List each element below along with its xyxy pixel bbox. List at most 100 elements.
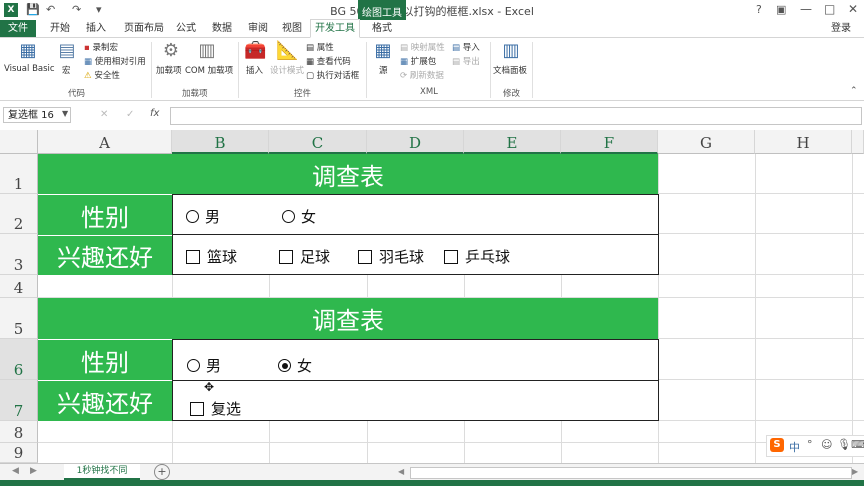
run-dialog-icon: ▢ xyxy=(306,71,315,81)
macro-button[interactable]: 宏 xyxy=(62,64,71,76)
view-code-icon: ▦ xyxy=(306,57,315,67)
column-header-a[interactable]: A xyxy=(38,130,172,154)
tab-formulas[interactable]: 公式 xyxy=(170,20,202,37)
toolbox-icon[interactable]: 🧰 xyxy=(244,40,266,61)
name-box-dropdown-icon[interactable]: ▼ xyxy=(62,109,68,118)
column-header-d[interactable]: D xyxy=(367,130,464,154)
map-properties-button[interactable]: ▤ 映射属性 xyxy=(400,41,445,53)
insert-control-button[interactable]: 插入 xyxy=(246,64,263,76)
survey-title-1: 调查表 xyxy=(38,154,658,194)
gender-options-cell-2 xyxy=(172,339,659,381)
row-header-5[interactable]: 5 xyxy=(0,298,38,339)
punctuation-icon[interactable]: ° xyxy=(807,438,813,451)
group-xml-label: XML xyxy=(420,87,438,97)
sheet-tab-active[interactable]: 1秒钟找不同 xyxy=(64,464,140,480)
row-header-2[interactable]: 2 xyxy=(0,194,38,234)
macro-security-button[interactable]: ⚠ 安全性 xyxy=(84,69,120,81)
sheet-nav-next-icon[interactable]: ▶ xyxy=(30,466,37,476)
tab-page-layout[interactable]: 页面布局 xyxy=(118,20,170,37)
macro-icon[interactable]: ▤ xyxy=(56,40,78,61)
column-header-e[interactable]: E xyxy=(464,130,561,154)
formula-input[interactable] xyxy=(170,107,862,125)
visual-basic-button[interactable]: Visual Basic xyxy=(4,64,55,74)
column-header-c[interactable]: C xyxy=(269,130,367,154)
properties-button[interactable]: ▤ 属性 xyxy=(306,41,334,53)
design-mode-button[interactable]: 设计模式 xyxy=(270,64,304,76)
horizontal-scrollbar[interactable] xyxy=(410,467,852,479)
tab-developer[interactable]: 开发工具 xyxy=(310,19,360,38)
select-all-corner[interactable] xyxy=(0,130,38,154)
xml-source-button[interactable]: 源 xyxy=(379,64,388,76)
insert-function-icon[interactable]: fx xyxy=(150,108,159,119)
row-header-6[interactable]: 6 xyxy=(0,339,38,380)
addins-gear-icon[interactable]: ⚙ xyxy=(160,40,182,61)
ime-lang-label[interactable]: 中 xyxy=(789,439,800,455)
radio-male-2[interactable]: 男 xyxy=(187,355,221,376)
microphone-icon[interactable]: 🎙 xyxy=(837,438,851,451)
tab-review[interactable]: 审阅 xyxy=(242,20,274,37)
emoji-icon[interactable]: ☺ xyxy=(821,438,832,451)
view-code-button[interactable]: ▦ 查看代码 xyxy=(306,55,351,67)
checkbox-badminton[interactable]: 羽毛球 xyxy=(358,246,424,267)
checkbox-basketball[interactable]: 篮球 xyxy=(186,246,237,267)
sheet-tab-bar: ◀ ▶ 1秒钟找不同 + ◀ ▶ xyxy=(0,463,864,481)
tab-format[interactable]: 格式 xyxy=(362,20,402,37)
refresh-data-button[interactable]: ⟳ 刷新数据 xyxy=(400,69,444,81)
column-header-f[interactable]: F xyxy=(561,130,658,154)
help-icon[interactable]: ? xyxy=(756,3,762,16)
close-icon[interactable]: ✕ xyxy=(848,2,858,16)
ime-toolbar[interactable]: S 中 ° ☺ 🎙 ⌨ xyxy=(766,435,864,457)
add-sheet-button[interactable]: + xyxy=(154,464,170,480)
radio-male-1[interactable]: 男 xyxy=(186,206,220,227)
row-header-7[interactable]: 7 xyxy=(0,380,38,421)
row-header-9[interactable]: 9 xyxy=(0,443,38,463)
radio-female-2[interactable]: 女 xyxy=(278,355,312,376)
collapse-ribbon-icon[interactable]: ⌃ xyxy=(850,86,858,96)
import-button[interactable]: ▤ 导入 xyxy=(452,41,480,53)
column-header-g[interactable]: G xyxy=(658,130,755,154)
scroll-left-icon[interactable]: ◀ xyxy=(398,467,404,476)
checkbox-football[interactable]: 足球 xyxy=(279,246,330,267)
tab-view[interactable]: 视图 xyxy=(276,20,308,37)
formula-cancel-icon[interactable]: ✕ xyxy=(100,109,108,120)
column-header-h[interactable]: H xyxy=(755,130,852,154)
name-box[interactable]: 复选框 16 xyxy=(3,107,71,123)
formula-enter-icon[interactable]: ✓ xyxy=(126,109,134,120)
sheet-nav-prev-icon[interactable]: ◀ xyxy=(12,466,19,476)
xml-source-icon[interactable]: ▦ xyxy=(372,40,394,61)
relative-reference-button[interactable]: ▦ 使用相对引用 xyxy=(84,55,146,67)
interest-options-cell-2 xyxy=(172,380,659,421)
expansion-pack-button[interactable]: ▦ 扩展包 xyxy=(400,55,436,67)
row-header-1[interactable]: 1 xyxy=(0,154,38,194)
checkbox-new[interactable]: 复选 xyxy=(190,398,241,419)
record-macro-button[interactable]: ▪ 录制宏 xyxy=(84,41,118,53)
row-header-3[interactable]: 3 xyxy=(0,234,38,275)
com-addins-button[interactable]: COM 加载项 xyxy=(185,64,233,76)
checkbox-table-tennis[interactable]: 乒乓球 xyxy=(444,246,510,267)
addins-button[interactable]: 加载项 xyxy=(156,64,182,76)
visual-basic-icon[interactable]: ▦ xyxy=(16,40,40,61)
column-header-b[interactable]: B xyxy=(172,130,269,154)
tab-home[interactable]: 开始 xyxy=(44,20,76,37)
maximize-icon[interactable]: □ xyxy=(824,2,835,16)
tab-insert[interactable]: 插入 xyxy=(80,20,112,37)
scroll-right-icon[interactable]: ▶ xyxy=(852,467,858,476)
ribbon-display-icon[interactable]: ▣ xyxy=(776,3,786,16)
tab-file[interactable]: 文件 xyxy=(0,20,36,37)
divider xyxy=(238,42,239,98)
radio-female-1[interactable]: 女 xyxy=(282,206,316,227)
com-addins-icon[interactable]: ▥ xyxy=(196,40,218,61)
run-dialog-button[interactable]: ▢ 执行对话框 xyxy=(306,69,359,81)
keyboard-icon[interactable]: ⌨ xyxy=(851,438,864,451)
minimize-icon[interactable]: — xyxy=(800,2,812,16)
worksheet-grid[interactable]: A B C D E F G H 1 2 3 4 5 6 7 8 9 调查表 性别… xyxy=(0,130,864,463)
export-button[interactable]: ▤ 导出 xyxy=(452,55,480,67)
row-header-8[interactable]: 8 xyxy=(0,421,38,443)
tab-data[interactable]: 数据 xyxy=(206,20,238,37)
document-panel-button[interactable]: 文档面板 xyxy=(493,64,527,76)
divider xyxy=(490,42,491,98)
design-mode-icon[interactable]: 📐 xyxy=(276,40,298,61)
document-panel-icon[interactable]: ▥ xyxy=(500,40,522,61)
row-header-4[interactable]: 4 xyxy=(0,275,38,298)
login-link[interactable]: 登录 xyxy=(826,20,856,37)
